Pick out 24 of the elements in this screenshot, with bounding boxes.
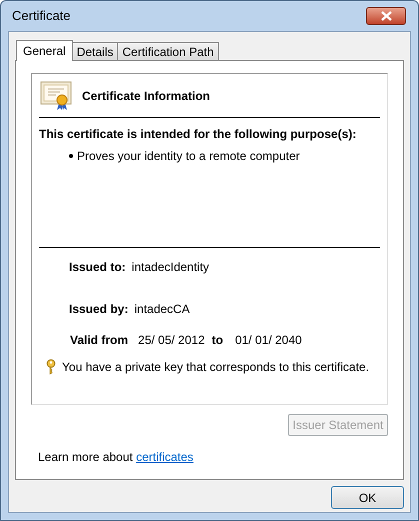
tab[interactable]: General	[16, 40, 73, 61]
learn-more-text: Learn more about	[38, 450, 133, 464]
tab[interactable]: Certification Path	[117, 42, 219, 60]
field-value: intadecCA	[134, 301, 190, 318]
date-value: 01/ 01/ 2040	[235, 332, 302, 349]
certificates-link[interactable]: certificates	[136, 450, 194, 464]
window-title: Certificate	[12, 7, 71, 26]
section-heading: Certificate Information	[82, 88, 210, 104]
certificate-icon	[40, 80, 72, 110]
purpose-heading: This certificate is intended for the following purpose(s):	[39, 126, 358, 143]
field-label: Issued to:	[69, 259, 126, 276]
key-icon	[46, 359, 56, 375]
field-value: intadecIdentity	[132, 259, 210, 276]
date-value: 25/ 05/ 2012	[138, 332, 205, 349]
close-icon	[380, 11, 392, 21]
validity-label: Valid from	[70, 332, 128, 349]
tab[interactable]: Details	[72, 42, 118, 60]
private-key-note: You have a private key that corresponds to this certificate.	[62, 359, 370, 376]
validity-label: to	[212, 332, 224, 349]
bullet-icon	[69, 154, 73, 158]
close-button[interactable]	[366, 7, 406, 25]
ok-button[interactable]: OK	[331, 486, 404, 509]
purpose-item: Proves your identity to a remote computer	[77, 148, 300, 165]
field-label: Issued by:	[69, 301, 128, 318]
